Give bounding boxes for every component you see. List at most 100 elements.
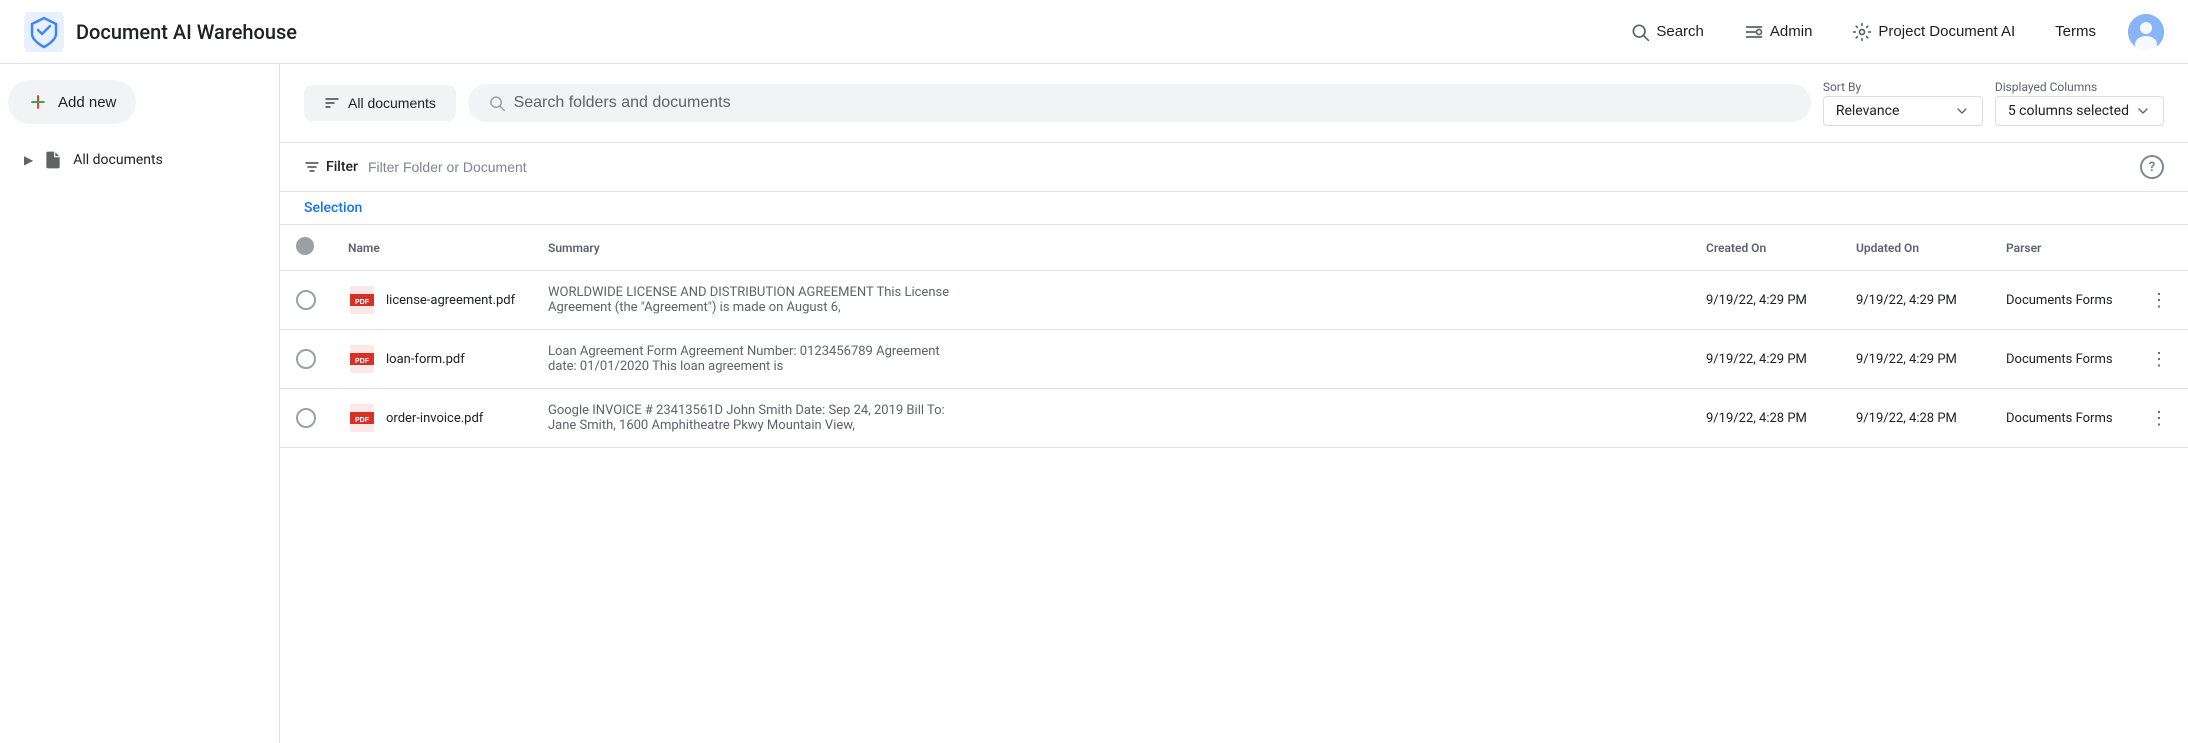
top-navigation: Document AI Warehouse Search Admin Pr [0, 0, 2188, 64]
project-nav-button[interactable]: Project Document AI [1844, 16, 2023, 48]
sort-by-dropdown[interactable]: Relevance [1823, 96, 1983, 126]
file-name-cell: PDF order-invoice.pdf [348, 404, 516, 432]
file-name[interactable]: order-invoice.pdf [386, 411, 483, 426]
all-documents-button[interactable]: All documents [304, 85, 456, 121]
app-logo-icon [24, 12, 64, 52]
selection-link[interactable]: Selection [304, 200, 362, 216]
row-summary-cell: Google INVOICE # 23413561D John Smith Da… [532, 389, 1690, 448]
parser-value: Documents Forms [2006, 411, 2113, 426]
created-date: 9/19/22, 4:29 PM [1706, 352, 1807, 367]
row-summary-cell: Loan Agreement Form Agreement Number: 01… [532, 330, 1690, 389]
search-nav-label: Search [1656, 23, 1704, 40]
row-actions-cell: ⋮ [2130, 389, 2188, 448]
summary-text: Loan Agreement Form Agreement Number: 01… [548, 344, 968, 374]
row-created-cell: 9/19/22, 4:28 PM [1690, 389, 1840, 448]
file-name[interactable]: license-agreement.pdf [386, 293, 515, 308]
admin-icon [1744, 22, 1764, 42]
add-new-label: Add new [58, 94, 116, 111]
row-checkbox[interactable] [296, 349, 316, 369]
row-name-cell: PDF loan-form.pdf [332, 330, 532, 389]
row-parser-cell: Documents Forms [1990, 389, 2130, 448]
displayed-columns-label: Displayed Columns [1995, 80, 2164, 94]
search-bar-icon [488, 94, 506, 112]
row-parser-cell: Documents Forms [1990, 271, 2130, 330]
row-actions-cell: ⋮ [2130, 271, 2188, 330]
terms-nav-label: Terms [2055, 23, 2096, 40]
updated-date: 9/19/22, 4:28 PM [1856, 411, 1957, 426]
row-updated-cell: 9/19/22, 4:28 PM [1840, 389, 1990, 448]
avatar-image [2128, 14, 2164, 50]
user-avatar[interactable] [2128, 14, 2164, 50]
sidebar: Add new ▶ All documents [0, 64, 280, 743]
nav-actions: Search Admin Project Document AI Terms [1622, 14, 2164, 50]
toolbar: All documents Sort By Relevance [280, 64, 2188, 143]
updated-date: 9/19/22, 4:29 PM [1856, 352, 1957, 367]
admin-nav-label: Admin [1770, 23, 1813, 40]
table-header: Name Summary Created On Updated On Parse… [280, 225, 2188, 271]
sort-by-container: Sort By Relevance [1823, 80, 1983, 126]
filter-text: Filter [326, 159, 358, 175]
row-summary-cell: WORLDWIDE LICENSE AND DISTRIBUTION AGREE… [532, 271, 1690, 330]
row-checkbox-cell [280, 389, 332, 448]
document-icon [43, 150, 63, 170]
app-title: Document AI Warehouse [76, 20, 297, 44]
project-nav-label: Project Document AI [1878, 23, 2015, 40]
expand-icon: ▶ [24, 153, 33, 167]
help-icon[interactable]: ? [2140, 155, 2164, 179]
chevron-down-icon-2 [2135, 103, 2151, 119]
svg-text:PDF: PDF [355, 417, 370, 424]
row-created-cell: 9/19/22, 4:29 PM [1690, 330, 1840, 389]
sidebar-item-label: All documents [73, 152, 163, 168]
row-name-cell: PDF order-invoice.pdf [332, 389, 532, 448]
pdf-icon: PDF [348, 345, 376, 373]
search-nav-button[interactable]: Search [1622, 16, 1712, 48]
filter-icon [304, 159, 320, 175]
terms-nav-button[interactable]: Terms [2047, 17, 2104, 46]
search-input[interactable] [514, 94, 1791, 112]
file-name[interactable]: loan-form.pdf [386, 352, 465, 367]
row-actions-cell: ⋮ [2130, 330, 2188, 389]
created-date: 9/19/22, 4:29 PM [1706, 293, 1807, 308]
table-header-actions [2130, 225, 2188, 271]
row-more-button[interactable]: ⋮ [2146, 345, 2172, 374]
app-body: Add new ▶ All documents All documents [0, 64, 2188, 743]
table-row: PDF loan-form.pdf Loan Agreement Form Ag… [280, 330, 2188, 389]
table-header-created: Created On [1690, 225, 1840, 271]
header-checkbox-circle[interactable] [296, 237, 314, 255]
row-more-button[interactable]: ⋮ [2146, 286, 2172, 315]
displayed-columns-dropdown[interactable]: 5 columns selected [1995, 96, 2164, 126]
file-name-cell: PDF loan-form.pdf [348, 345, 516, 373]
displayed-columns-container: Displayed Columns 5 columns selected [1995, 80, 2164, 126]
sort-by-label: Sort By [1823, 80, 1983, 94]
filter-lines-icon [324, 95, 340, 111]
search-icon [1630, 22, 1650, 42]
table-row: PDF order-invoice.pdf Google INVOICE # 2… [280, 389, 2188, 448]
selection-bar: Selection [280, 192, 2188, 225]
row-parser-cell: Documents Forms [1990, 330, 2130, 389]
file-name-cell: PDF license-agreement.pdf [348, 286, 516, 314]
gear-icon [1852, 22, 1872, 42]
summary-text: Google INVOICE # 23413561D John Smith Da… [548, 403, 968, 433]
search-bar[interactable] [468, 84, 1811, 122]
created-date: 9/19/22, 4:28 PM [1706, 411, 1807, 426]
all-documents-label: All documents [348, 95, 436, 111]
row-checkbox[interactable] [296, 290, 316, 310]
row-more-button[interactable]: ⋮ [2146, 404, 2172, 433]
add-new-button[interactable]: Add new [8, 80, 136, 124]
plus-icon [28, 92, 48, 112]
table-body: PDF license-agreement.pdf WORLDWIDE LICE… [280, 271, 2188, 448]
filter-input[interactable] [368, 159, 2130, 175]
documents-table: Name Summary Created On Updated On Parse… [280, 225, 2188, 448]
parser-value: Documents Forms [2006, 293, 2113, 308]
admin-nav-button[interactable]: Admin [1736, 16, 1821, 48]
table-row: PDF license-agreement.pdf WORLDWIDE LICE… [280, 271, 2188, 330]
sidebar-item-all-documents[interactable]: ▶ All documents [8, 140, 263, 180]
sort-by-value: Relevance [1836, 103, 1900, 119]
row-updated-cell: 9/19/22, 4:29 PM [1840, 330, 1990, 389]
row-name-cell: PDF license-agreement.pdf [332, 271, 532, 330]
table-header-summary: Summary [532, 225, 1690, 271]
row-updated-cell: 9/19/22, 4:29 PM [1840, 271, 1990, 330]
filter-label: Filter [304, 159, 358, 175]
row-checkbox[interactable] [296, 408, 316, 428]
svg-text:PDF: PDF [355, 299, 370, 306]
